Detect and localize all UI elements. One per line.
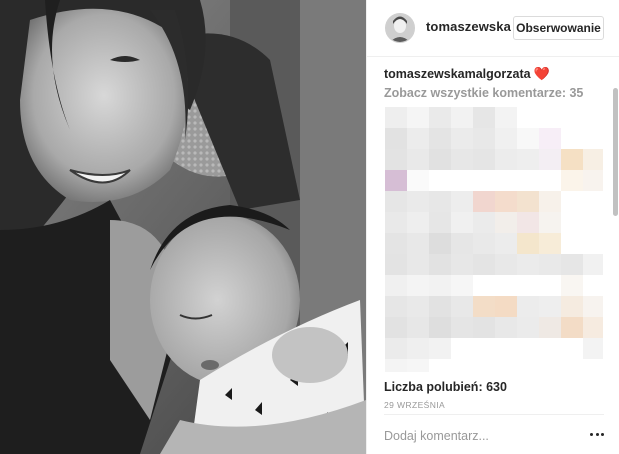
more-options-icon[interactable] bbox=[590, 427, 604, 441]
avatar[interactable] bbox=[385, 13, 415, 43]
dot bbox=[601, 432, 604, 436]
dot bbox=[590, 432, 593, 436]
instagram-post-modal: tomaszewska Obserwowanie tomaszewskamalg… bbox=[0, 0, 619, 454]
post-header: tomaszewska Obserwowanie bbox=[367, 0, 619, 57]
dot bbox=[595, 432, 599, 436]
comments-scrollbar-thumb[interactable] bbox=[613, 88, 618, 216]
post-photo[interactable] bbox=[0, 0, 366, 454]
add-comment-section bbox=[384, 414, 604, 454]
avatar-image bbox=[386, 14, 414, 42]
post-photo-image bbox=[0, 0, 366, 454]
following-button[interactable]: Obserwowanie bbox=[513, 16, 604, 40]
caption-author[interactable]: tomaszewskamalgorzata bbox=[384, 67, 531, 81]
pixelated-comments-image bbox=[385, 107, 603, 372]
view-all-comments-link[interactable]: Zobacz wszystkie komentarze: 35 bbox=[384, 86, 583, 100]
post-date[interactable]: 29 WRZEŚNIA bbox=[384, 400, 445, 410]
post-caption: tomaszewskamalgorzata ❤️ bbox=[384, 66, 550, 82]
post-side-panel: tomaszewska Obserwowanie tomaszewskamalg… bbox=[366, 0, 619, 454]
pixelated-comments-area bbox=[385, 107, 603, 372]
add-comment-input[interactable] bbox=[384, 429, 574, 443]
post-author-username[interactable]: tomaszewska bbox=[426, 19, 511, 34]
likes-count[interactable]: Liczba polubień: 630 bbox=[384, 380, 507, 394]
heart-icon: ❤️ bbox=[533, 66, 550, 81]
